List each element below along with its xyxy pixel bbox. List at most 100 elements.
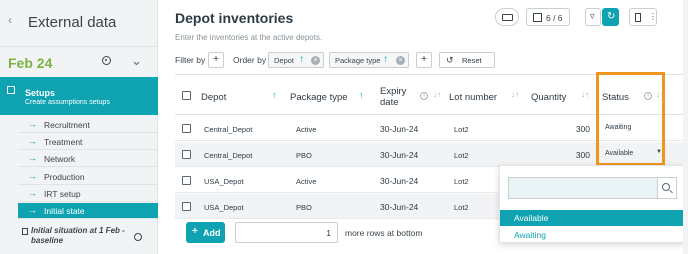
reset-icon: ↺: [446, 55, 454, 65]
arrow-right-icon: →: [28, 171, 37, 181]
reset-button[interactable]: ↺ Reset: [439, 52, 495, 68]
cell-quantity[interactable]: 300: [550, 124, 590, 134]
section-subtitle: Create assumptions setups: [25, 99, 110, 106]
cell-package-type[interactable]: Active: [296, 177, 316, 186]
column-header-package-type[interactable]: Package type ↑: [290, 75, 378, 115]
cell-package-type[interactable]: PBO: [296, 203, 312, 212]
column-label: Expiry date: [380, 86, 407, 108]
info-icon[interactable]: i: [420, 92, 428, 100]
row-checkbox[interactable]: [182, 150, 191, 159]
more-options-icon[interactable]: ⋮: [649, 12, 657, 21]
sidebar-section-setups[interactable]: Setups Create assumptions setups: [0, 77, 158, 115]
columns-count: 6 / 6: [546, 13, 563, 23]
order-chip-depot[interactable]: Depot ↑ ×: [268, 52, 324, 68]
sort-icon[interactable]: ↓↑: [581, 90, 589, 99]
sort-ascending-icon[interactable]: ↑: [359, 90, 364, 100]
page-title: Depot inventories: [175, 10, 294, 26]
remove-icon[interactable]: ×: [311, 56, 320, 65]
add-order-button[interactable]: +: [416, 52, 432, 68]
add-rows-button[interactable]: + Add: [186, 222, 225, 243]
arrow-up-icon[interactable]: ↑: [383, 54, 388, 65]
sidebar-item-initial-state[interactable]: → Initial state: [18, 203, 158, 219]
arrow-right-icon: →: [28, 119, 37, 129]
refresh-button[interactable]: ↻: [602, 8, 619, 26]
filter-button[interactable]: ▿: [585, 8, 601, 26]
keyboard-button[interactable]: [495, 8, 519, 26]
cell-expiry-date[interactable]: 30-Jun-24: [380, 150, 418, 160]
option-label: Awaiting: [514, 230, 546, 240]
order-chip-package-type[interactable]: Package type ↑ ×: [329, 52, 409, 68]
cell-package-type[interactable]: PBO: [296, 151, 312, 160]
columns-icon: [533, 13, 542, 22]
cell-expiry-date[interactable]: 30-Jun-24: [380, 124, 418, 134]
select-all-checkbox[interactable]: [182, 91, 191, 100]
cell-expiry-date[interactable]: 30-Jun-24: [380, 176, 418, 186]
arrow-right-icon: →: [28, 188, 37, 198]
filter-by-label: Filter by: [175, 55, 206, 65]
column-header-expiry-date[interactable]: Expiry date i ↓↑: [380, 75, 447, 115]
order-by-label: Order by: [233, 55, 267, 65]
cell-depot[interactable]: USA_Depot: [204, 203, 244, 212]
cell-depot[interactable]: Central_Depot: [204, 151, 252, 160]
columns-button[interactable]: 6 / 6: [526, 8, 570, 26]
setups-icon: [7, 86, 15, 94]
chevron-down-icon[interactable]: ⌄: [131, 53, 142, 69]
target-icon[interactable]: [102, 56, 111, 65]
column-header-depot[interactable]: Depot ↑: [201, 75, 289, 115]
cell-depot[interactable]: USA_Depot: [204, 177, 244, 186]
scrollbar[interactable]: [683, 0, 688, 254]
option-label: Available: [514, 213, 549, 223]
target-icon[interactable]: [134, 233, 142, 241]
sort-icon[interactable]: ↓↑: [433, 90, 441, 99]
column-header-lot-number[interactable]: Lot number ↓↑: [449, 75, 525, 115]
sidebar-item-recruitment[interactable]: → Recruitment: [18, 117, 158, 133]
arrow-right-icon: →: [28, 153, 37, 163]
chip-label: Depot: [274, 56, 295, 65]
sidebar-item-irt-setup[interactable]: → IRT setup: [18, 186, 158, 202]
row-checkbox[interactable]: [182, 202, 191, 211]
reset-label: Reset: [462, 56, 482, 65]
dropdown-search-input[interactable]: [508, 177, 658, 199]
cell-quantity[interactable]: 300: [550, 150, 590, 160]
current-date: Feb 24: [8, 55, 53, 71]
search-button[interactable]: [658, 177, 677, 199]
column-label: Package type: [290, 92, 348, 103]
cell-lot-number[interactable]: Lot2: [454, 203, 469, 212]
keyboard-icon: [502, 14, 513, 21]
chip-label: Package type: [335, 56, 381, 65]
sidebar-item-network[interactable]: → Network: [18, 151, 158, 167]
document-icon: [22, 228, 28, 235]
scenario-label: Initial situation at 1 Feb - baseline: [31, 226, 125, 245]
plus-icon: +: [192, 226, 198, 237]
dropdown-option-available[interactable]: Available: [500, 210, 687, 226]
sort-icon[interactable]: ↓↑: [511, 90, 519, 99]
column-header-quantity[interactable]: Quantity ↓↑: [531, 75, 599, 115]
arrow-right-icon: →: [28, 205, 37, 215]
sidebar-item-production[interactable]: → Production: [18, 169, 158, 185]
export-icon: [635, 13, 641, 22]
arrow-up-icon[interactable]: ↑: [299, 54, 304, 65]
rows-count-input[interactable]: [235, 222, 338, 243]
remove-icon[interactable]: ×: [396, 56, 405, 65]
add-filter-button[interactable]: +: [208, 52, 224, 68]
cell-lot-number[interactable]: Lot2: [454, 125, 469, 134]
sort-ascending-icon[interactable]: ↑: [272, 90, 277, 100]
sidebar-item-treatment[interactable]: → Treatment: [18, 134, 158, 150]
column-label: Lot number: [449, 92, 498, 103]
search-icon: [662, 183, 670, 191]
cell-package-type[interactable]: Active: [296, 125, 316, 134]
column-label: Depot: [201, 92, 227, 103]
export-button[interactable]: ⋮: [629, 8, 657, 26]
cell-depot[interactable]: Central_Depot: [204, 125, 252, 134]
cell-lot-number[interactable]: Lot2: [454, 151, 469, 160]
row-checkbox[interactable]: [182, 176, 191, 185]
row-checkbox[interactable]: [182, 124, 191, 133]
add-label: Add: [203, 228, 221, 238]
filter-row: Filter by + Order by Depot ↑ × Package t…: [175, 51, 495, 69]
chevron-left-icon[interactable]: ‹: [8, 13, 12, 27]
dropdown-option-awaiting[interactable]: Awaiting: [500, 227, 687, 243]
sidebar: ‹ External data Feb 24 ⌄ Setups Create a…: [0, 0, 158, 254]
cell-lot-number[interactable]: Lot2: [454, 177, 469, 186]
cell-expiry-date[interactable]: 30-Jun-24: [380, 202, 418, 212]
arrow-right-icon: →: [28, 136, 37, 146]
